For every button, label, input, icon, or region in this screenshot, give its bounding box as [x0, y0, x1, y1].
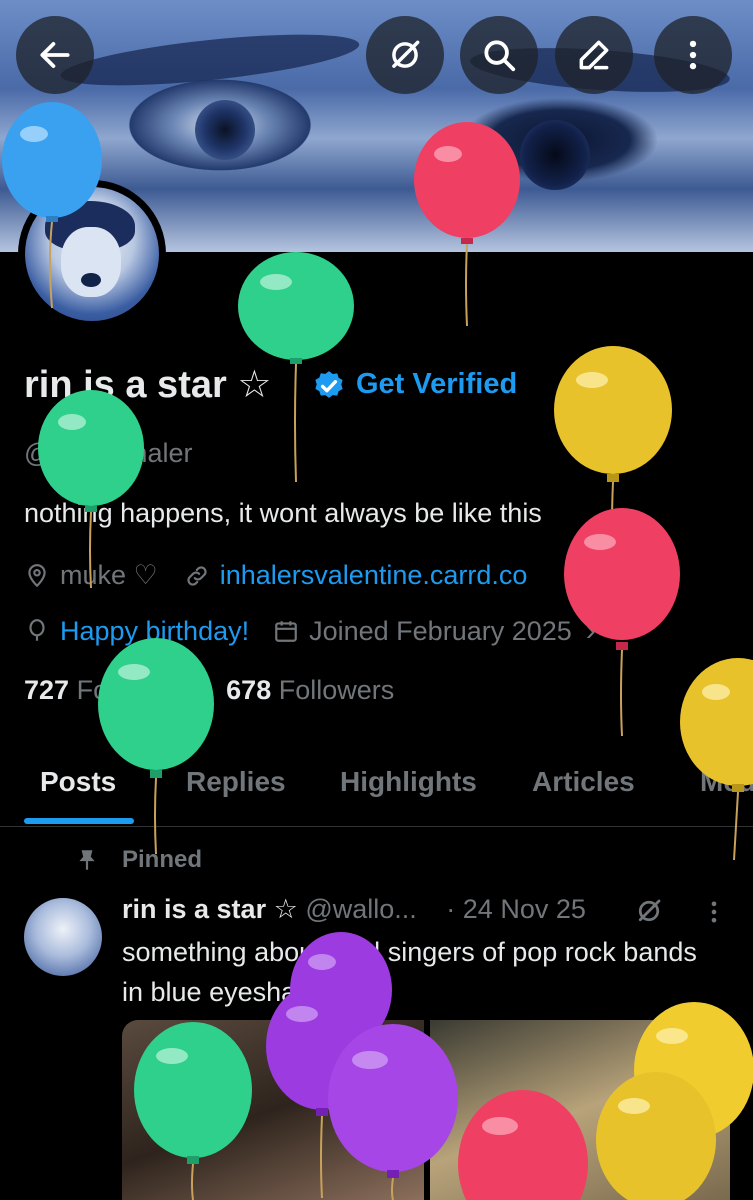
grok-icon[interactable] [634, 896, 664, 926]
balloon-red [414, 122, 520, 327]
balloon-green [38, 390, 144, 589]
post-author-handle[interactable]: @wallo... [305, 894, 416, 924]
balloon-purple [328, 1024, 458, 1200]
grok-button[interactable] [366, 16, 444, 94]
more-icon [689, 40, 697, 70]
search-icon [484, 40, 516, 72]
grok-icon [392, 40, 420, 68]
balloon-green [134, 1022, 252, 1200]
link-icon [187, 565, 207, 586]
followers-link[interactable]: 678 Followers [226, 675, 394, 705]
website-link[interactable]: inhalersvalentine.carrd.co [220, 560, 528, 591]
post-more-icon[interactable] [700, 898, 728, 926]
calendar-icon [275, 621, 297, 642]
post-header: rin is a star ☆ @wallo... · 24 Nov 25 [122, 894, 586, 924]
get-verified-link[interactable]: Get Verified [356, 368, 517, 401]
back-button[interactable] [16, 16, 94, 94]
joined-text: Joined February 2025 [309, 615, 572, 646]
post-author-name[interactable]: rin is a star [122, 894, 266, 924]
balloon-green [238, 252, 354, 483]
balloon-red [564, 508, 680, 737]
tab-articles[interactable]: Articles [532, 766, 635, 798]
balloon-green [98, 638, 214, 855]
balloon-blue [2, 102, 102, 309]
balloon-yellow [680, 658, 753, 861]
edit-icon [579, 40, 609, 70]
post-date[interactable]: · 24 Nov 25 [446, 894, 586, 924]
back-arrow-icon [40, 42, 70, 68]
balloon-yellow [596, 1072, 716, 1200]
balloon-red [458, 1090, 588, 1200]
post-author-avatar[interactable] [24, 898, 102, 976]
more-button[interactable] [654, 16, 732, 94]
tab-highlights[interactable]: Highlights [340, 766, 477, 798]
search-button[interactable] [460, 16, 538, 94]
edit-button[interactable] [555, 16, 633, 94]
balloon-icon [29, 619, 45, 641]
